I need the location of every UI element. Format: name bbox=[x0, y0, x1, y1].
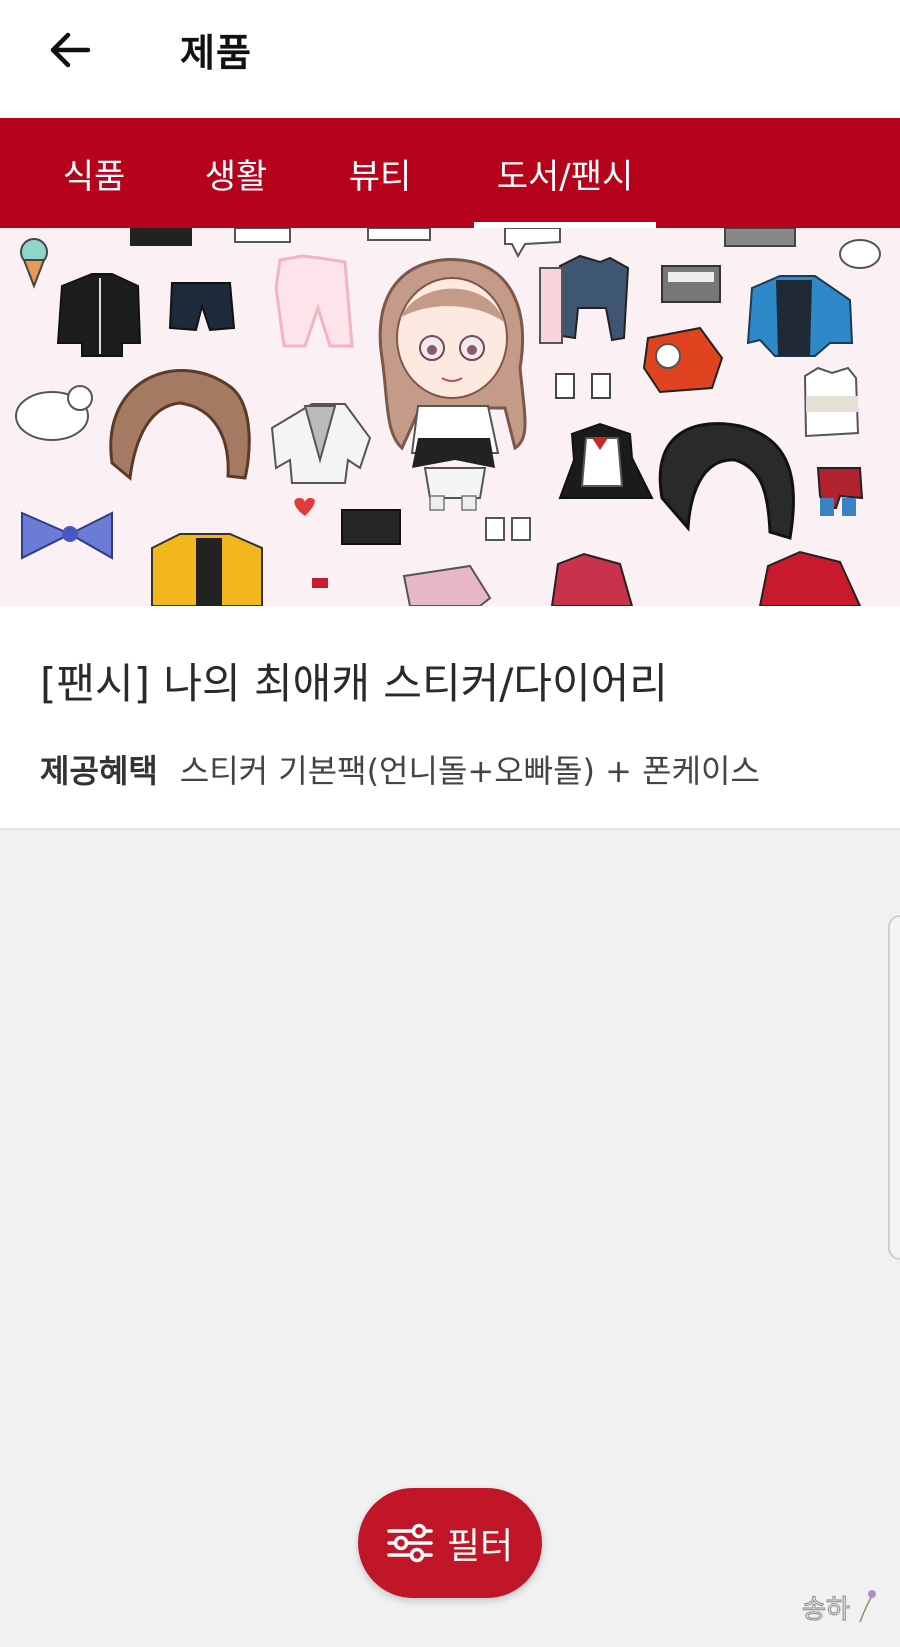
page-title: 제품 bbox=[180, 31, 252, 75]
watermark-signature: 송하 bbox=[801, 1590, 876, 1626]
benefit-row: 제공혜택 스티커 기본팩(언니돌+오빠돌) + 폰케이스 bbox=[40, 746, 760, 792]
tab-living[interactable]: 생활 bbox=[182, 118, 290, 228]
filter-button-label: 필터 bbox=[446, 1526, 514, 1567]
sticker-illustration bbox=[0, 228, 900, 606]
benefit-label: 제공혜택 bbox=[40, 752, 158, 790]
sliders-icon bbox=[387, 1523, 433, 1563]
svg-text:송하: 송하 bbox=[802, 1595, 850, 1625]
screen: 제품 식품 생활 뷰티 도서/팬시 [팬시] 나의 최애캐 스티커/다이어리 제… bbox=[0, 0, 900, 1647]
product-title: [팬시] 나의 최애캐 스티커/다이어리 bbox=[40, 659, 668, 708]
filter-button[interactable]: 필터 bbox=[358, 1488, 542, 1598]
app-header: 제품 bbox=[0, 0, 900, 118]
tab-books-fancy[interactable]: 도서/팬시 bbox=[474, 118, 656, 228]
edge-panel-handle[interactable] bbox=[888, 915, 900, 1260]
tab-food[interactable]: 식품 bbox=[40, 118, 148, 228]
product-card[interactable]: [팬시] 나의 최애캐 스티커/다이어리 제공혜택 스티커 기본팩(언니돌+오빠… bbox=[0, 606, 900, 830]
product-banner-image[interactable] bbox=[0, 228, 900, 606]
tab-beauty[interactable]: 뷰티 bbox=[326, 118, 434, 228]
benefit-text: 스티커 기본팩(언니돌+오빠돌) + 폰케이스 bbox=[179, 752, 760, 790]
back-button[interactable] bbox=[44, 24, 96, 76]
arrow-left-icon bbox=[50, 32, 91, 68]
watermark: 송하 bbox=[800, 1582, 880, 1632]
category-tab-bar: 식품 생활 뷰티 도서/팬시 bbox=[0, 118, 900, 228]
